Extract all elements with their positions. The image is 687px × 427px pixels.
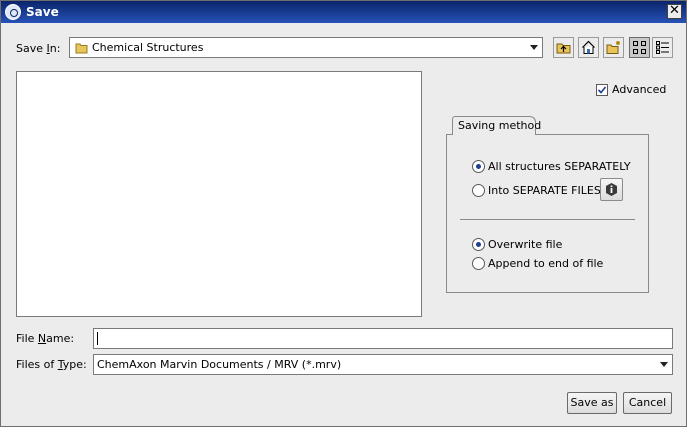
file-list[interactable] <box>16 71 422 317</box>
radio-into-separate-files[interactable] <box>472 184 485 197</box>
radio-append-to-end-of-file[interactable] <box>472 257 485 270</box>
file-name-input[interactable] <box>93 328 673 349</box>
into-separate-files-label[interactable]: Into SEPARATE FILES <box>488 184 601 197</box>
list-view-icon <box>633 41 646 54</box>
radio-overwrite-file[interactable] <box>472 238 485 251</box>
file-name-label: File Name: <box>16 332 75 345</box>
up-folder-icon <box>556 43 571 54</box>
folder-icon <box>75 43 88 54</box>
radio-all-structures-separately[interactable] <box>472 160 485 173</box>
panel-separator <box>460 219 635 220</box>
all-structures-separately-label[interactable]: All structures SEPARATELY <box>488 160 631 173</box>
files-of-type-combo[interactable]: ChemAxon Marvin Documents / MRV (*.mrv) <box>93 354 673 375</box>
checkmark-icon <box>597 86 607 94</box>
list-view-button[interactable] <box>629 37 650 58</box>
details-view-icon <box>656 41 669 54</box>
new-folder-icon <box>606 41 620 54</box>
window-title: Save <box>26 5 59 19</box>
append-to-end-of-file-label[interactable]: Append to end of file <box>488 257 603 270</box>
save-in-value: Chemical Structures <box>92 41 204 54</box>
text-cursor <box>97 332 98 345</box>
save-in-combo[interactable]: Chemical Structures <box>69 37 543 58</box>
up-one-level-button[interactable] <box>553 37 574 58</box>
cancel-button[interactable]: Cancel <box>623 392 672 414</box>
chevron-down-icon[interactable] <box>530 45 538 50</box>
save-dialog: Save ✕ Save In: Chemical Structures Adva… <box>0 0 687 427</box>
title-bar[interactable]: Save ✕ <box>1 1 686 23</box>
advanced-checkbox[interactable] <box>596 84 608 96</box>
save-in-label: Save In: <box>16 42 61 55</box>
close-button[interactable]: ✕ <box>667 4 682 19</box>
chevron-down-icon[interactable] <box>660 362 668 367</box>
home-button[interactable] <box>578 37 599 58</box>
create-new-folder-button[interactable] <box>603 37 624 58</box>
advanced-label[interactable]: Advanced <box>612 83 666 96</box>
details-view-button[interactable] <box>652 37 673 58</box>
files-of-type-value: ChemAxon Marvin Documents / MRV (*.mrv) <box>97 358 342 371</box>
save-as-button[interactable]: Save as <box>567 392 617 414</box>
tab-saving-method-label: Saving method <box>458 119 542 132</box>
files-of-type-label: Files of Type: <box>16 358 87 371</box>
home-icon <box>582 40 595 54</box>
app-icon <box>5 4 21 20</box>
info-icon <box>606 183 617 196</box>
separate-files-options-button[interactable] <box>600 178 623 201</box>
tab-saving-method[interactable]: Saving method <box>452 116 541 135</box>
overwrite-file-label[interactable]: Overwrite file <box>488 238 562 251</box>
